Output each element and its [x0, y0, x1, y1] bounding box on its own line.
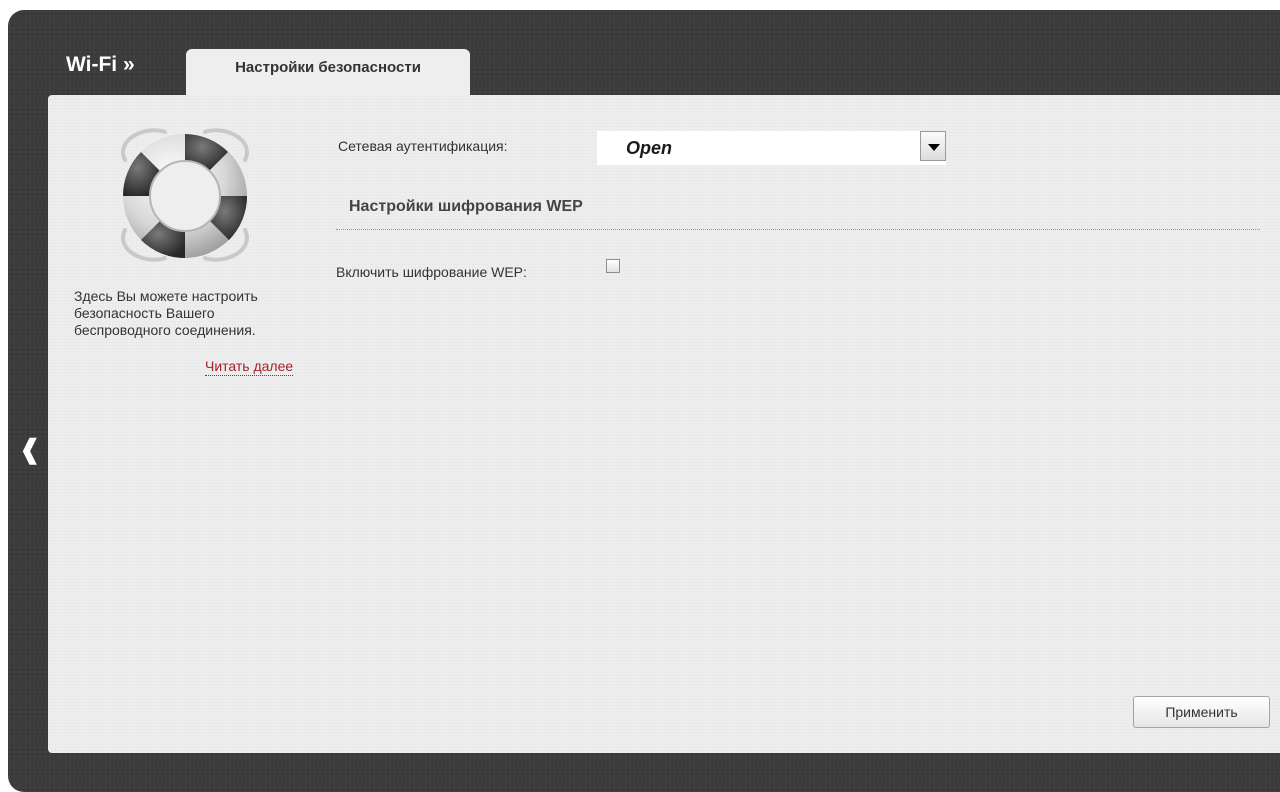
help-text: Здесь Вы можете настроить безопасность В…	[74, 288, 258, 338]
auth-select-value: Open	[626, 138, 673, 158]
wep-enable-label: Включить шифрование WEP:	[336, 264, 527, 280]
auth-label: Сетевая аутентификация:	[338, 138, 508, 154]
auth-select[interactable]: Open	[597, 131, 946, 165]
apply-button[interactable]: Применить	[1133, 696, 1270, 728]
read-more-link[interactable]: Читать далее	[205, 358, 294, 376]
wep-section-title: Настройки шифрования WEP	[349, 198, 583, 215]
chevron-down-icon[interactable]	[920, 131, 946, 161]
tab-security-settings[interactable]: Настройки безопасности	[186, 49, 470, 95]
lifebuoy-icon	[121, 128, 249, 262]
section-divider	[336, 229, 1260, 230]
section-title[interactable]: Wi-Fi »	[66, 53, 135, 77]
wep-enable-checkbox[interactable]	[606, 259, 620, 273]
chevron-left-icon[interactable]: ❰	[19, 436, 41, 462]
